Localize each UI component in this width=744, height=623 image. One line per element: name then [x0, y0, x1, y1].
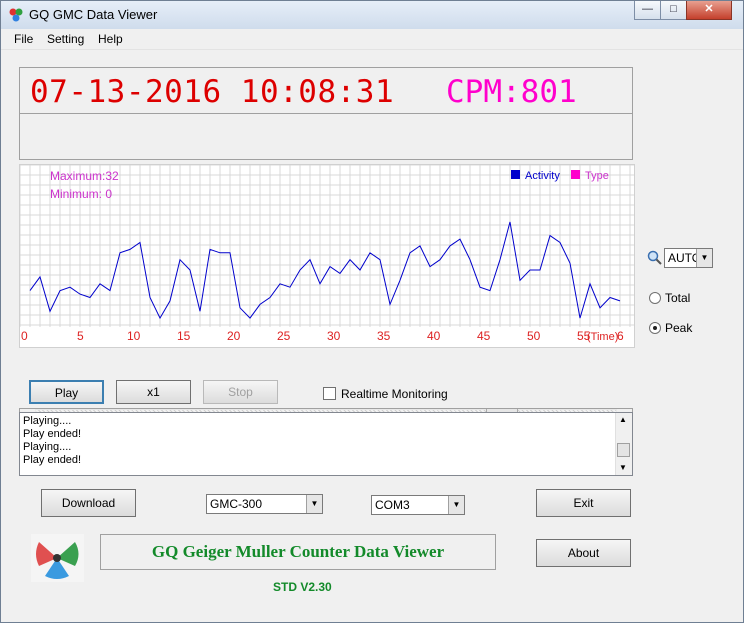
activity-chart: Maximum:32 Minimum: 0 Activity Type 0 5 10… — [19, 164, 635, 348]
x-tick-label: 15 — [177, 329, 191, 343]
log-textbox[interactable]: Playing.... Play ended! Playing.... Play… — [19, 412, 633, 476]
minimum-label: Minimum: 0 — [50, 187, 112, 201]
reading-panel: 07-13-2016 10:08:31 CPM:801 — [19, 67, 633, 114]
chart-grid — [20, 165, 634, 327]
realtime-label: Realtime Monitoring — [341, 387, 448, 401]
total-radio[interactable] — [649, 292, 661, 304]
peak-label: Peak — [665, 321, 693, 335]
realtime-checkbox[interactable] — [323, 387, 336, 400]
log-scroll-thumb[interactable] — [617, 443, 630, 457]
x-tick-label: 30 — [327, 329, 341, 343]
gq-logo-icon — [31, 534, 84, 582]
legend-activity-label: Activity — [525, 170, 560, 182]
x-tick-label: 20 — [227, 329, 241, 343]
x-tick-label: 25 — [277, 329, 291, 343]
legend-activity-swatch — [511, 170, 520, 179]
about-button[interactable]: About — [536, 539, 631, 567]
version-label: STD V2.30 — [273, 580, 332, 594]
log-line: Playing.... — [23, 415, 72, 427]
legend-type-swatch — [571, 170, 580, 179]
chevron-down-icon[interactable]: ▼ — [306, 495, 322, 513]
minimize-button[interactable]: — — [634, 1, 661, 20]
scale-select[interactable]: AUTO ▼ — [664, 248, 713, 268]
x-tick-label: 5 — [77, 329, 84, 343]
port-select[interactable]: COM3 ▼ — [371, 495, 465, 515]
app-window: GQ GMC Data Viewer — □ ✕ File Setting He… — [0, 0, 744, 623]
port-value: COM3 — [375, 498, 410, 512]
stop-button[interactable]: Stop — [203, 380, 278, 404]
title-bar[interactable]: GQ GMC Data Viewer — □ ✕ — [1, 1, 743, 29]
log-line: Play ended! — [23, 428, 82, 440]
menu-setting[interactable]: Setting — [47, 32, 84, 46]
maximize-button[interactable]: □ — [660, 1, 687, 20]
x-tick-labels: 0 5 10 15 20 25 30 35 40 45 50 55 6 — [21, 329, 624, 343]
total-label: Total — [665, 291, 691, 305]
app-banner: GQ Geiger Muller Counter Data Viewer — [100, 534, 496, 570]
chart-svg: Maximum:32 Minimum: 0 Activity Type 0 5 10… — [20, 165, 634, 343]
menu-bar: File Setting Help — [1, 29, 743, 50]
maximum-label: Maximum:32 — [50, 169, 119, 183]
x-tick-label: 10 — [127, 329, 141, 343]
app-icon — [9, 8, 23, 22]
x-tick-label: 35 — [377, 329, 391, 343]
scroll-down-arrow-icon[interactable]: ▼ — [619, 463, 627, 472]
x-tick-label: 45 — [477, 329, 491, 343]
menu-help[interactable]: Help — [98, 32, 123, 46]
model-select[interactable]: GMC-300 ▼ — [206, 494, 323, 514]
x-axis-label: (Time) — [587, 331, 618, 343]
legend-type-label: Type — [585, 170, 609, 182]
x-tick-label: 40 — [427, 329, 441, 343]
chevron-down-icon[interactable]: ▼ — [696, 249, 712, 267]
log-line: Play ended! — [23, 454, 82, 466]
exit-button[interactable]: Exit — [536, 489, 631, 517]
peak-radio[interactable] — [649, 322, 661, 334]
info-panel — [19, 113, 633, 160]
cpm-display: CPM:801 — [446, 74, 577, 110]
model-value: GMC-300 — [210, 497, 263, 511]
zoom-icon — [647, 250, 662, 265]
x-tick-label: 50 — [527, 329, 541, 343]
close-button[interactable]: ✕ — [686, 1, 732, 20]
scroll-up-arrow-icon[interactable]: ▲ — [619, 415, 627, 424]
play-button[interactable]: Play — [29, 380, 104, 404]
chevron-down-icon[interactable]: ▼ — [448, 496, 464, 514]
speed-button[interactable]: x1 — [116, 380, 191, 404]
x-tick-label: 0 — [21, 329, 28, 343]
client-area: 07-13-2016 10:08:31 CPM:801 Maximum:32 M… — [1, 50, 743, 622]
log-scrollbar[interactable]: ▲ ▼ — [615, 413, 632, 475]
log-line: Playing.... — [23, 441, 72, 453]
date-time-display: 07-13-2016 10:08:31 — [30, 74, 395, 110]
activity-series-line — [29, 221, 621, 320]
window-title: GQ GMC Data Viewer — [29, 7, 158, 22]
download-button[interactable]: Download — [41, 489, 136, 517]
menu-file[interactable]: File — [14, 32, 33, 46]
